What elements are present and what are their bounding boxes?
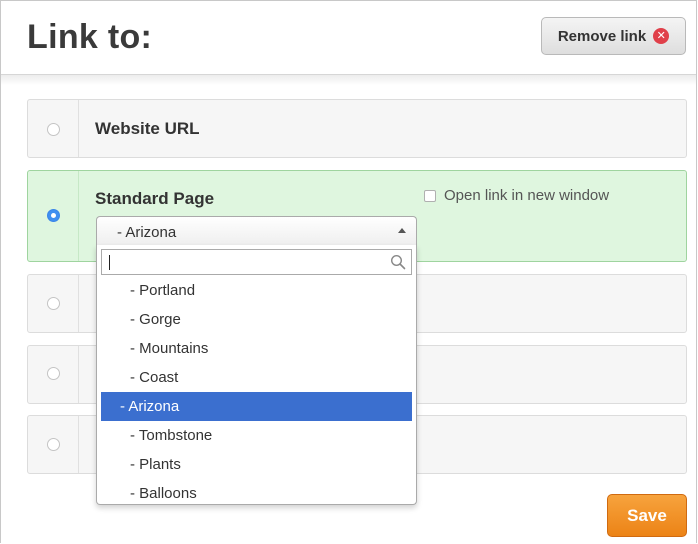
search-icon xyxy=(390,254,406,270)
page-option-item[interactable]: - Mountains xyxy=(101,334,412,363)
radio-cell xyxy=(28,346,79,403)
radio-cell xyxy=(28,275,79,332)
radio-cell xyxy=(28,171,79,261)
new-window-checkbox[interactable] xyxy=(424,189,436,202)
new-window-label: Open link in new window xyxy=(444,187,610,204)
page-option-item[interactable]: - Coast xyxy=(101,363,412,392)
new-window-option[interactable]: Open link in new window xyxy=(424,187,609,204)
radio-cell xyxy=(28,100,79,157)
option-label-website-url: Website URL xyxy=(95,119,200,138)
page-option-item[interactable]: - Arizona xyxy=(101,392,412,421)
text-caret xyxy=(109,255,110,270)
close-circle-icon: ✕ xyxy=(653,28,670,44)
radio-option-4[interactable] xyxy=(47,367,60,380)
radio-standard-page[interactable] xyxy=(47,209,60,222)
page-option-item[interactable]: - Balloons xyxy=(101,479,412,508)
radio-cell xyxy=(28,416,79,473)
page-option-item[interactable]: - Portland xyxy=(101,276,412,305)
page-select[interactable]: - Arizona xyxy=(96,216,417,246)
page-option-item[interactable]: - Gorge xyxy=(101,305,412,334)
radio-option-5[interactable] xyxy=(47,438,60,451)
page-option-item[interactable]: - Tombstone xyxy=(101,421,412,450)
radio-website-url[interactable] xyxy=(47,123,60,136)
page-select-dropdown: - Portland - Gorge - Mountains - Coast - Ari… xyxy=(96,245,417,505)
page-search-input[interactable] xyxy=(101,249,412,275)
save-button[interactable]: Save xyxy=(607,494,687,537)
page-option-item[interactable]: - Plants xyxy=(101,450,412,479)
dialog-title: Link to: xyxy=(27,18,153,56)
dialog-header: Link to: Remove link ✕ xyxy=(1,1,696,75)
remove-link-label: Remove link xyxy=(557,27,647,45)
option-label-standard-page: Standard Page xyxy=(95,189,215,208)
chevron-up-icon xyxy=(398,228,406,233)
option-website-url[interactable]: Website URL xyxy=(27,99,687,158)
radio-option-3[interactable] xyxy=(47,297,60,310)
page-option-list: - Portland - Gorge - Mountains - Coast - Ari… xyxy=(101,276,412,508)
link-dialog: Link to: Remove link ✕ Website URL Stand… xyxy=(0,0,697,544)
remove-link-button[interactable]: Remove link ✕ xyxy=(541,17,686,55)
page-select-value: - Arizona xyxy=(117,224,177,241)
